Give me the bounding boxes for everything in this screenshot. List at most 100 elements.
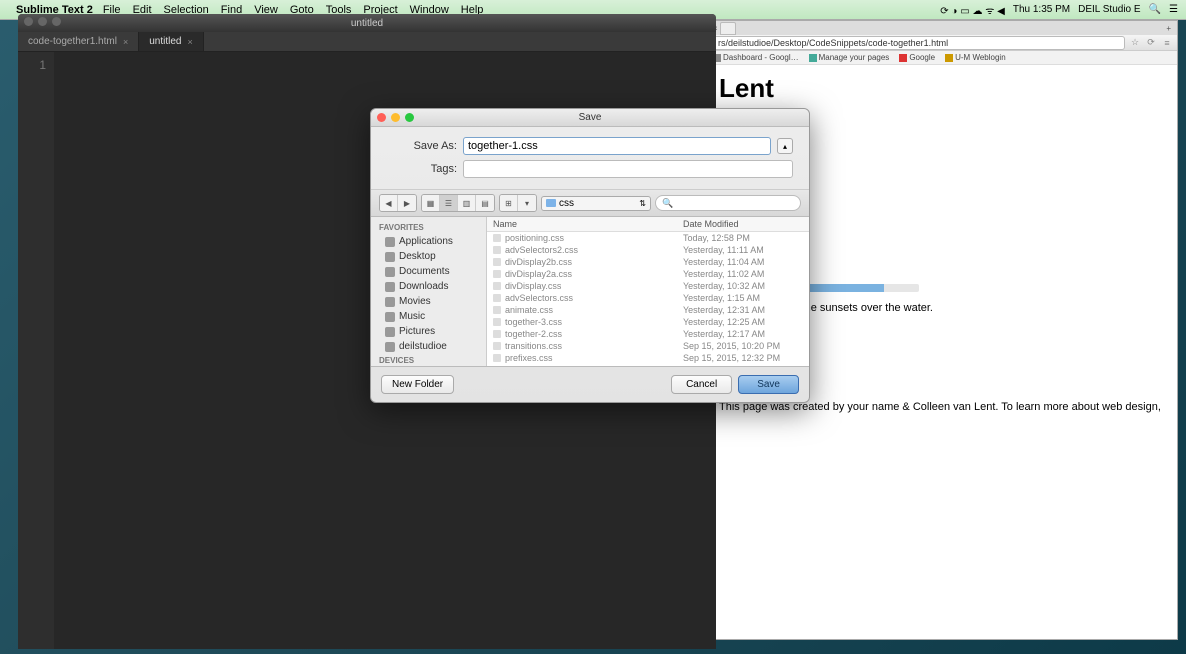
editor-close-icon[interactable]	[24, 17, 33, 26]
file-date: Yesterday, 12:31 AM	[683, 305, 803, 315]
file-row[interactable]: transitions.cssSep 15, 2015, 10:20 PM	[487, 340, 809, 352]
bookmark-dashboard[interactable]: Dashboard - Googl…	[713, 53, 799, 62]
new-tab-icon[interactable]: +	[1166, 24, 1171, 33]
file-icon	[493, 246, 501, 254]
file-row[interactable]: animate.cssYesterday, 12:31 AM	[487, 304, 809, 316]
browser-tabbar: × +	[709, 21, 1177, 35]
file-row[interactable]: divDisplay.cssYesterday, 10:32 AM	[487, 280, 809, 292]
column-name[interactable]: Name	[493, 219, 683, 229]
view-icon-3[interactable]: ▥	[458, 195, 476, 211]
view-icon-1[interactable]: ▦	[422, 195, 440, 211]
expand-toggle-icon[interactable]: ▴	[777, 138, 793, 154]
dialog-zoom-icon[interactable]	[405, 113, 414, 122]
cancel-button[interactable]: Cancel	[671, 375, 732, 394]
file-icon	[493, 354, 501, 362]
file-name: advSelectors2.css	[505, 245, 578, 255]
editor-tab-active[interactable]: untitled ×	[139, 32, 204, 51]
finder-search[interactable]: 🔍	[655, 195, 801, 211]
folder-dropdown-label: css	[559, 198, 574, 209]
arrange-icon[interactable]: ⊞	[500, 195, 518, 211]
save-as-label: Save As:	[387, 140, 457, 152]
file-name: positioning.css	[505, 233, 564, 243]
file-icon	[493, 294, 501, 302]
editor-zoom-icon[interactable]	[52, 17, 61, 26]
dialog-minimize-icon[interactable]	[391, 113, 400, 122]
sidebar-section-devices: DEVICES	[371, 354, 486, 366]
file-icon	[493, 258, 501, 266]
finder-sidebar: FAVORITES Applications Desktop Documents…	[371, 217, 487, 366]
file-icon	[493, 270, 501, 278]
editor-minimize-icon[interactable]	[38, 17, 47, 26]
bookmark-google[interactable]: Google	[899, 53, 935, 62]
sidebar-section-favorites: FAVORITES	[371, 221, 486, 234]
documents-icon	[385, 267, 395, 277]
sidebar-item-movies[interactable]: Movies	[371, 294, 486, 309]
bookmark-manage-pages[interactable]: Manage your pages	[809, 53, 890, 62]
file-row[interactable]: together-3.cssYesterday, 12:25 AM	[487, 316, 809, 328]
new-folder-button[interactable]: New Folder	[381, 375, 454, 394]
arrange-dropdown-icon[interactable]: ▾	[518, 195, 536, 211]
file-date: Sep 15, 2015, 12:15 PM	[683, 365, 803, 366]
file-row[interactable]: advSelectors2.css Yesterday, 11:11 AM	[487, 244, 809, 256]
editor-tabs: code-together1.html × untitled ×	[18, 32, 716, 52]
browser-tab[interactable]	[720, 22, 736, 35]
sidebar-item-applications[interactable]: Applications	[371, 234, 486, 249]
line-number: 1	[18, 58, 46, 72]
file-date: Yesterday, 1:15 AM	[683, 293, 803, 303]
nav-back-icon[interactable]: ◀	[380, 195, 398, 211]
notification-center-icon[interactable]: ☰	[1169, 4, 1178, 15]
search-icon: 🔍	[662, 198, 673, 209]
star-icon[interactable]: ☆	[1129, 37, 1141, 48]
nav-forward-icon[interactable]: ▶	[398, 195, 416, 211]
save-as-input[interactable]	[463, 137, 771, 155]
menubar-user[interactable]: DEIL Studio E	[1078, 4, 1140, 15]
file-row[interactable]: positioning.cssToday, 12:58 PM	[487, 232, 809, 244]
tags-input[interactable]	[463, 160, 793, 178]
file-row[interactable]: together-2.cssYesterday, 12:17 AM	[487, 328, 809, 340]
file-row[interactable]: divDisplay2a.css Yesterday, 11:02 AM	[487, 268, 809, 280]
applications-icon	[385, 237, 395, 247]
file-name: divDisplay2a.css	[505, 269, 572, 279]
menubar-clock[interactable]: Thu 1:35 PM	[1013, 4, 1070, 15]
reload-icon[interactable]: ⟳	[1145, 37, 1157, 48]
dialog-titlebar: Save	[371, 109, 809, 127]
bookmark-um-weblogin[interactable]: U-M Weblogin	[945, 53, 1006, 62]
menu-icon[interactable]: ≡	[1161, 38, 1173, 48]
view-icon-2[interactable]: ☰	[440, 195, 458, 211]
file-date: Yesterday, 11:02 AM	[683, 269, 803, 279]
tab-close-icon[interactable]: ×	[187, 37, 192, 47]
file-row[interactable]: divDisplay2b.cssYesterday, 11:04 AM	[487, 256, 809, 268]
editor-gutter: 1	[18, 52, 54, 649]
folder-dropdown[interactable]: css ⇅	[541, 196, 651, 211]
file-row[interactable]: boxModel.css Sep 15, 2015, 12:15 PM	[487, 364, 809, 366]
sidebar-item-home[interactable]: deilstudioe	[371, 339, 486, 354]
save-button[interactable]: Save	[738, 375, 799, 394]
column-date[interactable]: Date Modified	[683, 219, 803, 229]
dialog-title: Save	[579, 112, 602, 123]
file-row[interactable]: prefixes.cssSep 15, 2015, 12:32 PM	[487, 352, 809, 364]
spotlight-icon[interactable]: 🔍	[1149, 4, 1161, 15]
page-heading: Lent	[719, 73, 1167, 104]
sidebar-item-music[interactable]: Music	[371, 309, 486, 324]
status-icons[interactable]: ⟳ ◑ ▭ ☁ ᯤ ◀	[940, 3, 1005, 17]
desktop-icon	[385, 252, 395, 262]
sidebar-item-downloads[interactable]: Downloads	[371, 279, 486, 294]
address-bar[interactable]: rs/deilstudioe/Desktop/CodeSnippets/code…	[713, 36, 1125, 50]
file-date: Yesterday, 11:11 AM	[683, 245, 803, 255]
file-list: Name Date Modified positioning.cssToday,…	[487, 217, 809, 366]
home-icon	[385, 342, 395, 352]
editor-tab[interactable]: code-together1.html ×	[18, 32, 139, 51]
sidebar-item-documents[interactable]: Documents	[371, 264, 486, 279]
movies-icon	[385, 297, 395, 307]
sidebar-item-desktop[interactable]: Desktop	[371, 249, 486, 264]
file-date: Yesterday, 11:04 AM	[683, 257, 803, 267]
file-icon	[493, 306, 501, 314]
view-icon-4[interactable]: ▤	[476, 195, 494, 211]
sidebar-item-pictures[interactable]: Pictures	[371, 324, 486, 339]
finder-toolbar: ◀ ▶ ▦ ☰ ▥ ▤ ⊞ ▾ css ⇅ 🔍	[371, 189, 809, 217]
tab-close-icon[interactable]: ×	[123, 37, 128, 47]
file-row[interactable]: advSelectors.cssYesterday, 1:15 AM	[487, 292, 809, 304]
dialog-close-icon[interactable]	[377, 113, 386, 122]
file-name: boxModel.css	[505, 365, 560, 366]
bookmarks-bar: Dashboard - Googl… Manage your pages Goo…	[709, 51, 1177, 65]
